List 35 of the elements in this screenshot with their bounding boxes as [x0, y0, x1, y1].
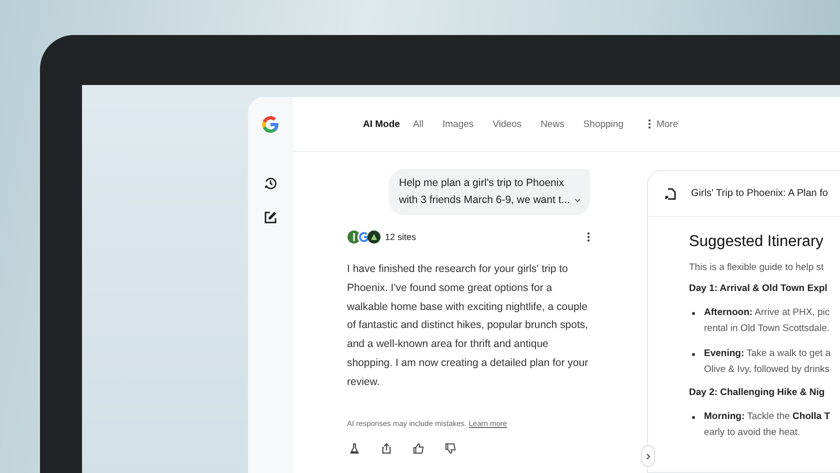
bullet-dot: [692, 353, 695, 356]
document-heading: Suggested Itinerary: [689, 233, 824, 251]
edit-icon[interactable]: [263, 210, 278, 225]
document-icon: [664, 186, 677, 200]
more-menu-button[interactable]: More: [642, 118, 684, 130]
more-options-icon[interactable]: [587, 232, 590, 242]
nav-tab[interactable]: All: [406, 118, 430, 130]
day-heading: Day 2: Challenging Hike & Nig: [689, 387, 826, 398]
chevron-right-icon: [646, 452, 650, 460]
itinerary-item: Morning: Tackle the Cholla T early to avoid the heat.: [704, 410, 830, 440]
user-query-bubble[interactable]: Help me plan a girl’s trip to Phoenix with 3 friends March 6-9, we want t...: [389, 169, 590, 215]
thumbs-down-icon[interactable]: [445, 442, 456, 454]
answer-text: I have finished the research for your girls' trip to Phoenix. I've found some great options for a walkable home base with exciting nightlife, a couple of fantastic and distinct hikes, popular brunch spots, and a well-known area for thrift and antique shopping. I am now creating a detailed plan for your review.: [347, 262, 590, 390]
nav-tab[interactable]: Images: [436, 118, 480, 130]
more-icon: [648, 119, 652, 129]
bullet-dot: [692, 312, 695, 315]
itinerary-item: Afternoon: Arrive at PHX, pic rental in Old Town Scottsdale.: [704, 306, 830, 336]
nav-tab[interactable]: Videos: [486, 118, 528, 130]
favicons-drawing: [347, 230, 381, 244]
day-heading: Day 1: Arrival & Old Town Expl: [689, 283, 828, 294]
itinerary-item: Evening: Take a walk to get a Olive & Ivy, followed by drinks: [704, 347, 831, 377]
document-title: Girls' Trip to Phoenix: A Plan fo: [691, 188, 828, 199]
nav-tab[interactable]: AI Mode: [363, 118, 406, 130]
flask-icon[interactable]: [349, 442, 360, 454]
history-icon[interactable]: [263, 176, 278, 191]
share-icon[interactable]: [381, 442, 392, 454]
thumbs-up-icon[interactable]: [413, 442, 424, 454]
nav-tab[interactable]: Shopping: [577, 118, 630, 130]
expand-panel-button[interactable]: [641, 445, 655, 467]
nav-tab[interactable]: News: [534, 118, 570, 130]
logo-icon[interactable]: [260, 114, 281, 135]
sources-count[interactable]: 12 sites: [385, 232, 587, 242]
chevron-down-icon: [574, 198, 581, 203]
bullet-dot: [692, 416, 695, 419]
document-paragraph: This is a flexible guide to help st: [689, 262, 825, 273]
